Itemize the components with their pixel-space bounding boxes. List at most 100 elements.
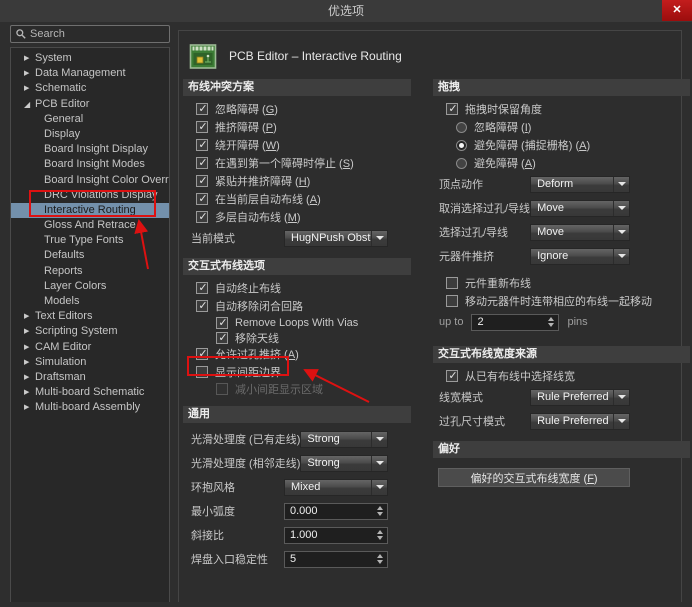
sidebar-item-scripting-system[interactable]: ▶Scripting System bbox=[11, 324, 169, 339]
unselected-via-track-select[interactable]: Move bbox=[530, 200, 630, 217]
chevron-down-icon bbox=[371, 456, 387, 471]
sidebar-item-multi-board-assembly[interactable]: ▶Multi-board Assembly bbox=[11, 400, 169, 415]
show-clearance-boundaries-checkbox[interactable] bbox=[196, 366, 208, 378]
spinner-arrows-icon[interactable] bbox=[373, 554, 387, 564]
sidebar-item-display[interactable]: Display bbox=[11, 127, 169, 142]
sidebar-item-interactive-routing[interactable]: Interactive Routing bbox=[11, 203, 169, 218]
sidebar-item-defaults[interactable]: Defaults bbox=[11, 248, 169, 263]
sidebar-item-label: Board Insight Modes bbox=[44, 157, 145, 172]
sidebar-item-board-insight-color-overrides[interactable]: Board Insight Color Overrides bbox=[11, 173, 169, 188]
sidebar-item-models[interactable]: Models bbox=[11, 294, 169, 309]
gloss-effort-neighbor-select[interactable]: Strong bbox=[300, 455, 388, 472]
sidebar-item-system[interactable]: ▶System bbox=[11, 51, 169, 66]
sidebar-item-gloss-and-retrace[interactable]: Gloss And Retrace bbox=[11, 218, 169, 233]
sidebar-item-label: Gloss And Retrace bbox=[44, 218, 136, 233]
auto-terminate-routing-checkbox[interactable] bbox=[196, 282, 208, 294]
autoroute-multilayer-checkbox[interactable] bbox=[196, 211, 208, 223]
spinner-arrows-icon[interactable] bbox=[373, 530, 387, 540]
remove-antennas-checkbox[interactable] bbox=[216, 332, 228, 344]
search-box[interactable] bbox=[10, 25, 170, 43]
stop-at-first-obstacle-checkbox[interactable] bbox=[196, 157, 208, 169]
component-pushing-select-label: 元器件推挤 bbox=[439, 248, 530, 264]
move-component-with-routing-checkbox[interactable] bbox=[446, 295, 458, 307]
pad-entry-stability-spin-label: 焊盘入口稳定性 bbox=[191, 551, 284, 567]
chevron-down-icon bbox=[613, 177, 629, 192]
allow-via-pushing-checkbox-label: 允许过孔推挤 (A) bbox=[215, 346, 299, 362]
gloss-effort-neighbor-select-row: 光滑处理度 (相邻走线)Strong bbox=[183, 451, 411, 475]
gloss-effort-routed-select-row: 光滑处理度 (已有走线)Strong bbox=[183, 427, 411, 451]
miter-ratio-spin-row: 斜接比1.000 bbox=[183, 523, 411, 547]
sidebar-item-true-type-fonts[interactable]: True Type Fonts bbox=[11, 233, 169, 248]
miter-ratio-spin[interactable]: 1.000 bbox=[284, 527, 388, 544]
ignore-obstacles-checkbox[interactable] bbox=[196, 103, 208, 115]
sidebar-item-label: CAM Editor bbox=[35, 340, 91, 355]
sidebar-item-drc-violations-display[interactable]: DRC Violations Display bbox=[11, 188, 169, 203]
push-obstacles-checkbox-label: 推挤障碍 (P) bbox=[215, 119, 277, 135]
reduce-clearance-display-area-checkbox-label: 减小间距显示区域 bbox=[235, 381, 323, 397]
gloss-effort-neighbor-select-value: Strong bbox=[301, 457, 371, 469]
move-component-with-routing-checkbox-row: 移动元器件时连带相应的布线一起移动 bbox=[433, 292, 690, 310]
remove-loops-with-vias-checkbox-label: Remove Loops With Vias bbox=[235, 317, 358, 329]
via-size-mode-select[interactable]: Rule Preferred bbox=[530, 413, 630, 430]
component-pushing-select[interactable]: Ignore bbox=[530, 248, 630, 265]
collapsed-arrow-icon: ▶ bbox=[24, 51, 29, 66]
sidebar-item-reports[interactable]: Reports bbox=[11, 264, 169, 279]
track-width-mode-select-label: 线宽模式 bbox=[439, 389, 530, 405]
sidebar-item-general[interactable]: General bbox=[11, 112, 169, 127]
autoroute-current-layer-checkbox-label: 在当前层自动布线 (A) bbox=[215, 191, 321, 207]
selected-via-track-select[interactable]: Move bbox=[530, 224, 630, 241]
collapsed-arrow-icon: ▶ bbox=[24, 400, 29, 415]
close-button[interactable]: ✕ bbox=[662, 0, 692, 21]
spinner-arrows-icon[interactable] bbox=[373, 506, 387, 516]
current-mode-select[interactable]: HugNPush Obstacles bbox=[284, 230, 388, 247]
vertex-action-select[interactable]: Deform bbox=[530, 176, 630, 193]
section-body-interactive-routing-options: 自动终止布线自动移除闭合回路Remove Loops With Vias移除天线… bbox=[183, 275, 411, 396]
sidebar-item-cam-editor[interactable]: ▶CAM Editor bbox=[11, 340, 169, 355]
allow-via-pushing-checkbox[interactable] bbox=[196, 348, 208, 360]
sidebar-item-simulation[interactable]: ▶Simulation bbox=[11, 355, 169, 370]
autoroute-current-layer-checkbox[interactable] bbox=[196, 193, 208, 205]
hugging-style-select[interactable]: Mixed bbox=[284, 479, 388, 496]
track-width-mode-select[interactable]: Rule Preferred bbox=[530, 389, 630, 406]
hug-and-push-obstacles-checkbox[interactable] bbox=[196, 175, 208, 187]
component-re-route-checkbox[interactable] bbox=[446, 277, 458, 289]
ignore-obstacles-radio[interactable] bbox=[456, 122, 467, 133]
auto-remove-loops-checkbox[interactable] bbox=[196, 300, 208, 312]
gloss-effort-routed-select[interactable]: Strong bbox=[300, 431, 388, 448]
minimum-arc-ratio-spin[interactable]: 0.000 bbox=[284, 503, 388, 520]
sidebar-item-multi-board-schematic[interactable]: ▶Multi-board Schematic bbox=[11, 385, 169, 400]
section-body-general: 光滑处理度 (已有走线)Strong光滑处理度 (相邻走线)Strong环抱风格… bbox=[183, 423, 411, 571]
avoid-obstacles-snap-grid-radio[interactable] bbox=[456, 140, 467, 151]
avoid-obstacles-radio-row: 避免障碍 (A) bbox=[433, 154, 690, 172]
pickup-track-width-checkbox[interactable] bbox=[446, 370, 458, 382]
spinner-arrows-icon[interactable] bbox=[544, 317, 558, 327]
miter-ratio-spin-label: 斜接比 bbox=[191, 527, 284, 543]
pad-entry-stability-spin[interactable]: 5 bbox=[284, 551, 388, 568]
sidebar-item-schematic[interactable]: ▶Schematic bbox=[11, 81, 169, 96]
sidebar-item-data-management[interactable]: ▶Data Management bbox=[11, 66, 169, 81]
sidebar-item-board-insight-modes[interactable]: Board Insight Modes bbox=[11, 157, 169, 172]
sidebar-item-pcb-editor[interactable]: ◢PCB Editor bbox=[11, 97, 169, 112]
chevron-down-icon bbox=[613, 225, 629, 240]
track-width-mode-select-row: 线宽模式Rule Preferred bbox=[433, 385, 690, 409]
walkaround-obstacles-checkbox-row: 绕开障碍 (W) bbox=[183, 136, 411, 154]
walkaround-obstacles-checkbox[interactable] bbox=[196, 139, 208, 151]
up-to-pins-spin[interactable]: 2 bbox=[471, 314, 559, 331]
stop-at-first-obstacle-checkbox-label: 在遇到第一个障碍时停止 (S) bbox=[215, 155, 354, 171]
via-size-mode-select-row: 过孔尺寸模式Rule Preferred bbox=[433, 409, 690, 433]
preserve-angle-while-dragging-checkbox[interactable] bbox=[446, 103, 458, 115]
sidebar-item-text-editors[interactable]: ▶Text Editors bbox=[11, 309, 169, 324]
search-input[interactable] bbox=[30, 28, 164, 40]
favorite-interactive-widths-button[interactable]: 偏好的交互式布线宽度 (F) bbox=[438, 468, 630, 487]
current-mode-select-row: 当前模式HugNPush Obstacles bbox=[183, 226, 411, 250]
sidebar-item-board-insight-display[interactable]: Board Insight Display bbox=[11, 142, 169, 157]
track-width-mode-select-value: Rule Preferred bbox=[531, 391, 613, 403]
push-obstacles-checkbox[interactable] bbox=[196, 121, 208, 133]
sidebar-item-draftsman[interactable]: ▶Draftsman bbox=[11, 370, 169, 385]
sidebar-item-label: DRC Violations Display bbox=[44, 188, 158, 203]
ignore-obstacles-radio-label: 忽略障碍 (I) bbox=[474, 119, 531, 135]
sidebar-item-layer-colors[interactable]: Layer Colors bbox=[11, 279, 169, 294]
avoid-obstacles-radio[interactable] bbox=[456, 158, 467, 169]
sidebar-item-label: True Type Fonts bbox=[44, 233, 123, 248]
remove-loops-with-vias-checkbox[interactable] bbox=[216, 317, 228, 329]
